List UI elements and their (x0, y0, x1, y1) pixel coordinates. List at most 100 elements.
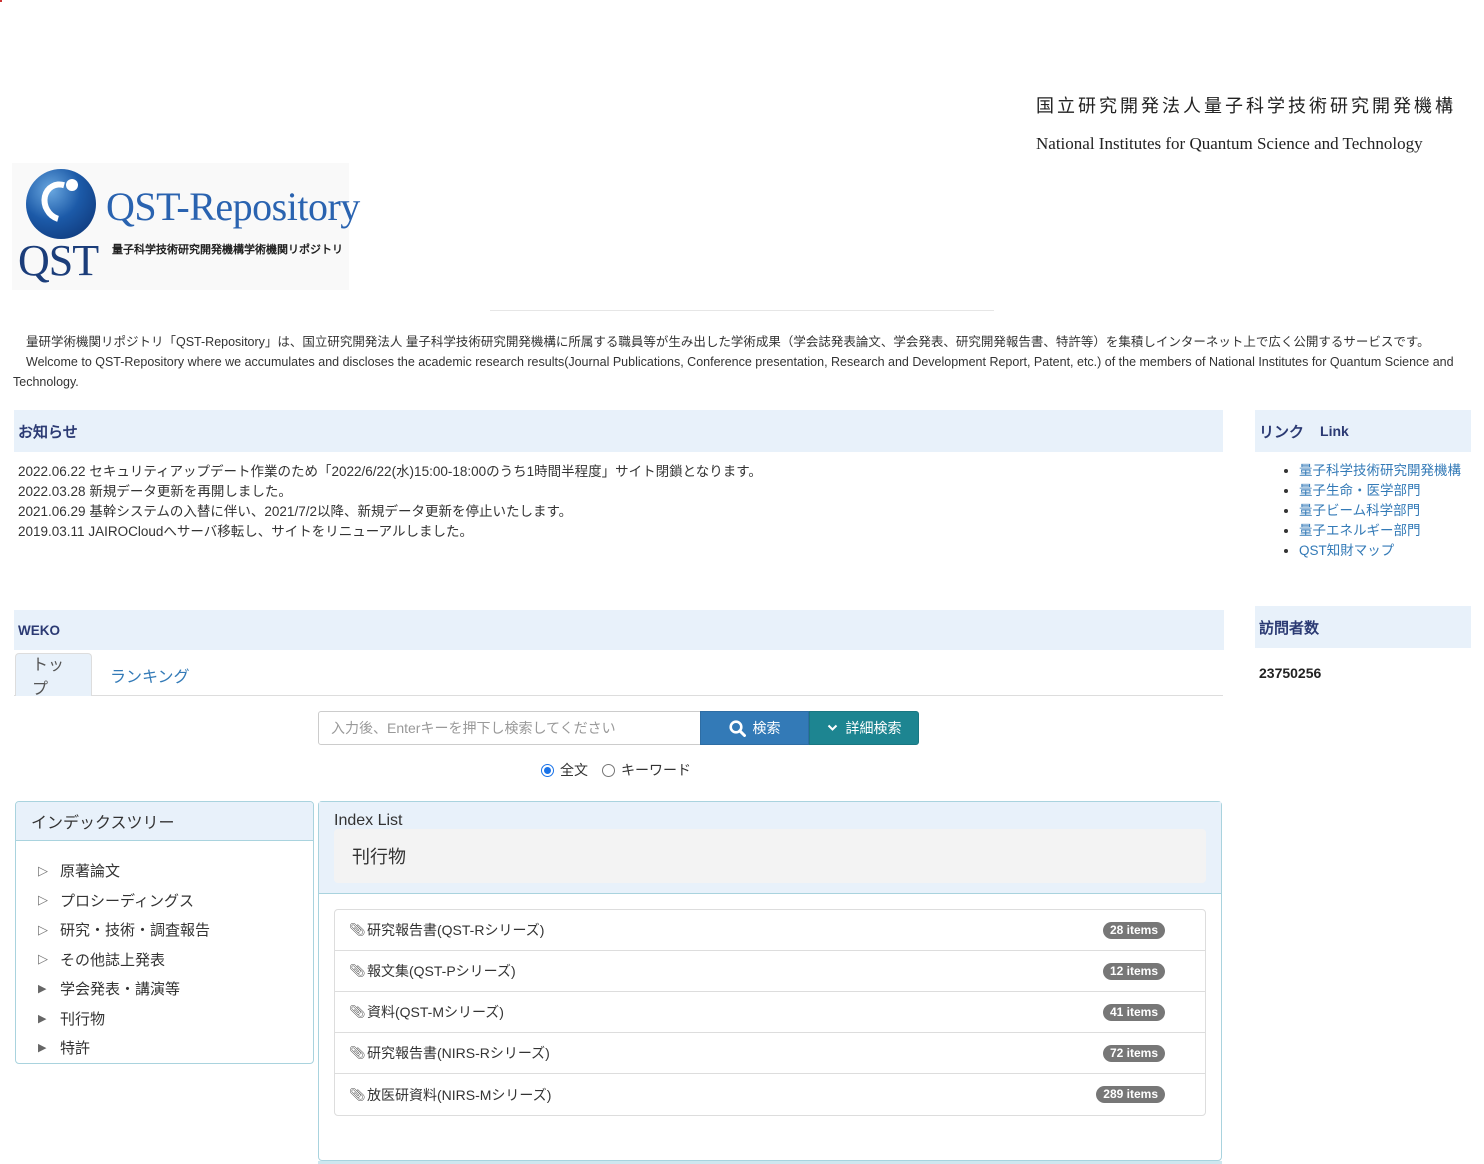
expand-triangle-icon[interactable]: ▶ (38, 1041, 60, 1054)
tab-ranking[interactable]: ランキング (94, 653, 206, 696)
link-item: 量子科学技術研究開発機構 (1299, 461, 1461, 481)
triangle-outline-icon: ▷ (38, 862, 48, 878)
news-item: 2022.03.28 新規データ更新を再開しました。 (18, 484, 292, 499)
tree-item[interactable]: ▶ 学会発表・講演等 (38, 974, 313, 1004)
tree-item-label: 原著論文 (60, 863, 121, 881)
index-row-label: 報文集(QST-Pシリーズ) (367, 963, 516, 979)
index-row[interactable]: 📎︎ 研究報告書(QST-Rシリーズ) 28 items (335, 910, 1205, 951)
radio-keyword[interactable]: キーワード (602, 760, 691, 780)
link-qst[interactable]: 量子科学技術研究開発機構 (1299, 463, 1461, 478)
tree-item-label: 刊行物 (60, 1010, 106, 1028)
paperclip-icon: 📎︎ (349, 1045, 366, 1060)
news-item: 2019.03.11 JAIROCloudへサーバ移転し、サイトをリニューアルし… (18, 524, 474, 539)
search-button-label: 検索 (752, 720, 781, 736)
tree-item-label: 学会発表・講演等 (60, 981, 181, 999)
current-index-title: 刊行物 (334, 829, 1206, 883)
item-count-badge: 12 items (1102, 963, 1165, 980)
index-list-rows: 📎︎ 研究報告書(QST-Rシリーズ) 28 items 📎︎ 報文集(QST-… (334, 909, 1206, 1116)
radio-unchecked-icon (602, 763, 615, 777)
radio-fulltext-label: 全文 (560, 762, 588, 778)
intro-text: 量研学術機関リポジトリ「QST-Repository」は、国立研究開発法人 量子… (13, 332, 1473, 392)
news-heading: お知らせ (14, 410, 1223, 452)
tree-item-label: 特許 (60, 1040, 91, 1058)
paperclip-icon: 📎︎ (349, 1004, 366, 1019)
tree-item-label: プロシーディングス (60, 892, 194, 910)
weko-tabs: トップ ランキング (14, 653, 1223, 698)
link-beam-science[interactable]: 量子ビーム科学部門 (1299, 503, 1420, 518)
link-item: 量子ビーム科学部門 (1299, 501, 1461, 521)
advanced-search-label: 詳細検索 (845, 720, 902, 736)
news-item: 2022.06.22 セキュリティアップデート作業のため「2022/6/22(水… (18, 464, 762, 479)
links-list: 量子科学技術研究開発機構 量子生命・医学部門 量子ビーム科学部門 量子エネルギー… (1283, 461, 1461, 561)
link-item: 量子生命・医学部門 (1299, 481, 1461, 501)
paperclip-icon: 📎︎ (349, 1086, 366, 1102)
item-count-badge: 28 items (1102, 922, 1165, 939)
corner-marker (0, 0, 2, 2)
index-row[interactable]: 📎︎ 放医研資料(NIRS-Mシリーズ) 289 items (335, 1074, 1205, 1115)
radio-keyword-label: キーワード (621, 762, 691, 778)
link-ip-map[interactable]: QST知財マップ (1299, 543, 1394, 558)
intro-jp: 量研学術機関リポジトリ「QST-Repository」は、国立研究開発法人 量子… (26, 335, 1430, 349)
index-tree-list: ▷ 原著論文 ▷ プロシーディングス ▷ 研究・技術・調査報告 ▷ その他誌上発表 ▶ 学… (16, 841, 313, 1063)
tree-item[interactable]: ▷ プロシーディングス (38, 886, 313, 916)
visitor-count: 23750256 (1259, 665, 1322, 681)
advanced-search-button[interactable]: 詳細検索 (809, 711, 919, 745)
chevron-down-icon (827, 724, 837, 731)
site-logo[interactable]: QST-Repository QST 量子科学技術研究開発機構学術機関リポジトリ (12, 163, 360, 290)
news-item: 2021.06.29 基幹システムの入替に伴い、2021/7/2以降、新規データ… (18, 504, 573, 519)
tree-item[interactable]: ▶ 刊行物 (38, 1004, 313, 1034)
divider (490, 310, 994, 311)
logo-mark: QST (18, 236, 99, 285)
index-row[interactable]: 📎︎ 資料(QST-Mシリーズ) 41 items (335, 992, 1205, 1033)
index-row-label: 放医研資料(NIRS-Mシリーズ) (367, 1086, 552, 1103)
index-tree-panel: インデックスツリー ▷ 原著論文 ▷ プロシーディングス ▷ 研究・技術・調査報告 ▷… (15, 801, 314, 1064)
visitors-heading: 訪問者数 (1255, 606, 1471, 648)
index-list-panel: Index List 刊行物 📎︎ 研究報告書(QST-Rシリーズ) 28 it… (318, 801, 1222, 1161)
tree-item-label: 研究・技術・調査報告 (60, 922, 211, 940)
item-count-badge: 72 items (1102, 1045, 1165, 1062)
link-energy[interactable]: 量子エネルギー部門 (1299, 523, 1421, 538)
search-input[interactable] (318, 711, 701, 745)
link-item: 量子エネルギー部門 (1299, 521, 1461, 541)
link-item: QST知財マップ (1299, 541, 1461, 561)
links-title-jp: リンク (1259, 423, 1305, 441)
tab-top[interactable]: トップ (15, 653, 92, 698)
tree-item[interactable]: ▶ 特許 (38, 1033, 313, 1063)
index-list-header: Index List 刊行物 (319, 802, 1221, 894)
index-row-label: 研究報告書(NIRS-Rシリーズ) (367, 1045, 550, 1061)
triangle-outline-icon: ▷ (38, 921, 48, 937)
news-list: 2022.06.22 セキュリティアップデート作業のため「2022/6/22(水… (18, 462, 762, 542)
item-count-badge: 289 items (1096, 1086, 1165, 1103)
paperclip-icon: 📎︎ (349, 963, 366, 978)
expand-triangle-icon[interactable]: ▶ (38, 982, 60, 995)
index-row[interactable]: 📎︎ 報文集(QST-Pシリーズ) 12 items (335, 951, 1205, 992)
index-row-label: 研究報告書(QST-Rシリーズ) (367, 922, 545, 938)
logo-subtitle: 量子科学技術研究開発機構学術機関リポジトリ (112, 244, 343, 256)
org-name-en: National Institutes for Quantum Science … (1036, 134, 1423, 153)
tree-item-label: その他誌上発表 (60, 951, 166, 969)
item-count-badge: 41 items (1102, 1004, 1165, 1021)
tree-item[interactable]: ▷ 原著論文 (38, 856, 313, 886)
index-row-label: 資料(QST-Mシリーズ) (367, 1004, 504, 1020)
radio-checked-icon (541, 763, 554, 777)
tree-item[interactable]: ▷ その他誌上発表 (38, 945, 313, 975)
index-row[interactable]: 📎︎ 研究報告書(NIRS-Rシリーズ) 72 items (335, 1033, 1205, 1074)
expand-triangle-icon[interactable]: ▶ (38, 1012, 60, 1025)
org-name-jp: 国立研究開発法人量子科学技術研究開発機構 (1036, 96, 1456, 116)
radio-fulltext[interactable]: 全文 (541, 760, 588, 780)
logo-brand: QST-Repository (106, 184, 360, 229)
search-type-options: 全文 キーワード (541, 760, 699, 780)
intro-en: Welcome to QST-Repository where we accum… (13, 355, 1454, 389)
weko-heading: WEKO (14, 610, 1224, 650)
links-title-en: Link (1320, 423, 1349, 439)
search-button[interactable]: 検索 (700, 711, 809, 745)
links-heading: リンク Link (1255, 410, 1471, 452)
search-icon (728, 719, 746, 737)
triangle-outline-icon: ▷ (38, 951, 48, 967)
triangle-outline-icon: ▷ (38, 892, 48, 908)
index-list-title: Index List (334, 812, 403, 829)
link-life-medical[interactable]: 量子生命・医学部門 (1299, 483, 1421, 498)
globe-logo-icon (26, 169, 96, 239)
tree-item[interactable]: ▷ 研究・技術・調査報告 (38, 915, 313, 945)
index-tree-heading: インデックスツリー (16, 802, 313, 841)
